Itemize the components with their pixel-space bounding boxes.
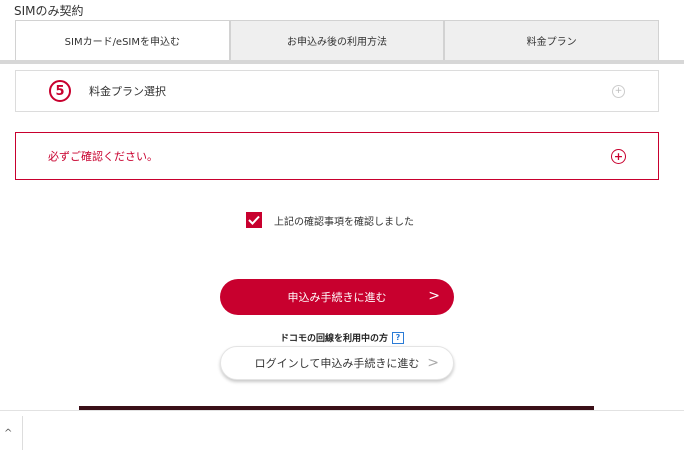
checkmark-icon: [248, 215, 260, 225]
notice-text: 必ずご確認ください。: [48, 150, 158, 163]
divider: [22, 416, 23, 450]
expand-plus-icon[interactable]: +: [611, 149, 626, 164]
confirm-label: 上記の確認事項を確認しました: [274, 216, 414, 228]
expand-plus-icon[interactable]: +: [612, 85, 625, 98]
chevron-up-icon[interactable]: ^: [4, 428, 12, 439]
proceed-button-label: 申込み手続きに進む: [287, 291, 387, 304]
tab-bar: SIMカード/eSIMを申込む お申込み後の利用方法 料金プラン: [15, 20, 660, 60]
step-plan-selection[interactable]: 5 料金プラン選択 +: [15, 70, 659, 112]
help-icon[interactable]: ?: [392, 331, 404, 344]
proceed-button[interactable]: 申込み手続きに進む >: [220, 279, 454, 315]
step-number-badge: 5: [49, 80, 71, 102]
notice-panel[interactable]: 必ずご確認ください。 +: [15, 132, 659, 180]
tab-apply-sim[interactable]: SIMカード/eSIMを申込む: [15, 20, 230, 60]
docomo-user-text: ドコモの回線を利用中の方: [279, 334, 388, 344]
confirm-row[interactable]: 上記の確認事項を確認しました: [246, 212, 414, 228]
tab-price-plan[interactable]: 料金プラン: [444, 20, 660, 60]
docomo-user-row: ドコモの回線を利用中の方 ?: [0, 331, 684, 344]
confirm-checkbox[interactable]: [246, 212, 262, 228]
step-label: 料金プラン選択: [89, 85, 166, 98]
divider: [0, 410, 684, 411]
login-proceed-button[interactable]: ログインして申込み手続きに進む >: [220, 346, 454, 380]
tab-underline: [0, 60, 684, 64]
login-button-label: ログインして申込み手続きに進む: [254, 357, 420, 370]
tab-usage-after-apply[interactable]: お申込み後の利用方法: [229, 20, 445, 60]
page-title: SIMのみ契約: [14, 4, 84, 18]
chevron-right-icon: >: [427, 355, 439, 371]
chevron-right-icon: >: [428, 288, 440, 304]
